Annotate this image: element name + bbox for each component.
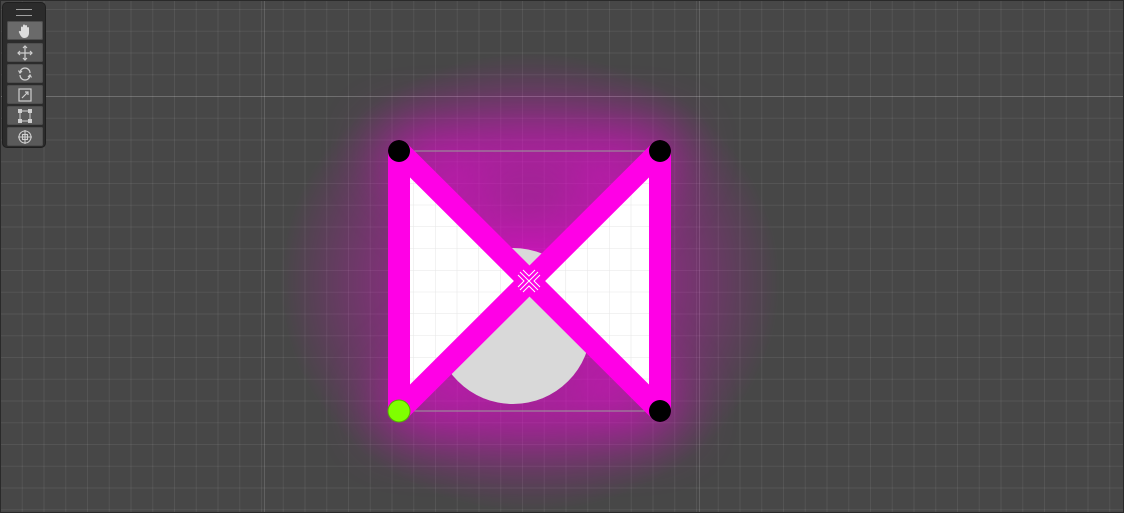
rotate-icon xyxy=(17,66,33,82)
control-point-top-right[interactable] xyxy=(649,140,671,162)
rotate-tool-button[interactable] xyxy=(7,64,43,83)
scene-canvas xyxy=(280,52,780,512)
rect-tool-button[interactable] xyxy=(7,106,43,125)
view-tool-button[interactable] xyxy=(7,21,43,40)
scale-icon xyxy=(17,87,33,103)
control-point-bottom-right[interactable] xyxy=(649,400,671,422)
move-arrows-icon xyxy=(17,44,33,61)
move-tool-button[interactable] xyxy=(7,43,43,62)
rect-transform-icon xyxy=(17,108,33,124)
hand-icon xyxy=(17,23,33,39)
scale-tool-button[interactable] xyxy=(7,85,43,104)
scene-view[interactable] xyxy=(0,0,1124,513)
control-point-top-left[interactable] xyxy=(388,140,410,162)
transform-tool-button[interactable] xyxy=(7,127,43,146)
transform-all-icon xyxy=(17,129,33,145)
control-point-bottom-left[interactable] xyxy=(387,399,411,423)
tool-palette xyxy=(3,3,45,147)
palette-drag-handle[interactable] xyxy=(16,9,32,16)
